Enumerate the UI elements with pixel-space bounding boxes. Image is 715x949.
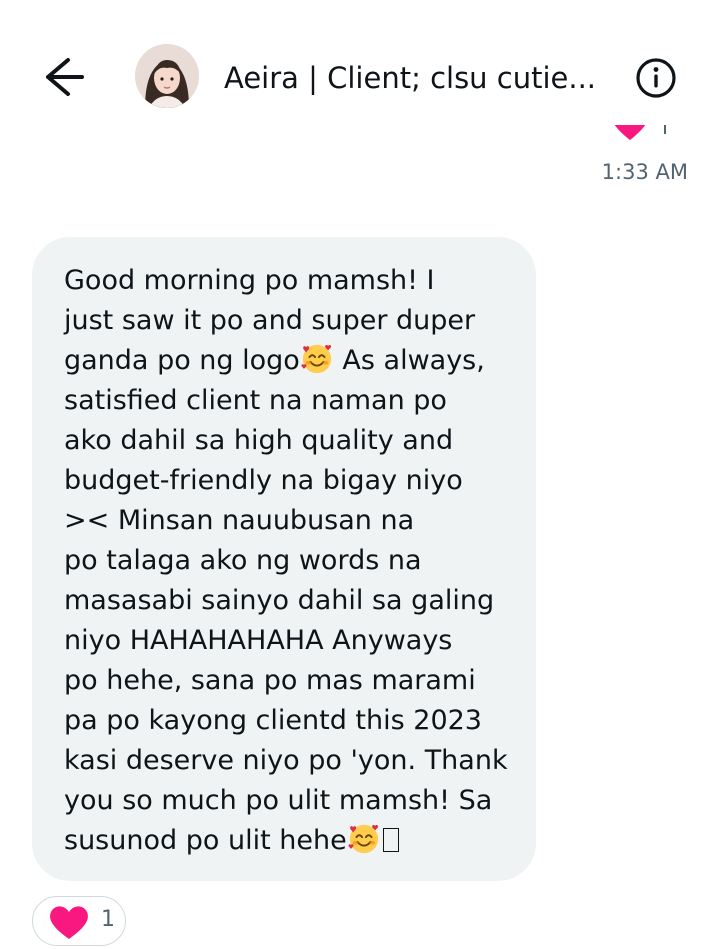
message-line: masasabi sainyo dahil sa galing [64, 585, 495, 616]
reaction-button[interactable]: 1 [32, 896, 126, 946]
user-avatar-icon [135, 44, 199, 108]
message-line: Good morning po mamsh! I [64, 265, 435, 296]
message-bubble[interactable]: Good morning po mamsh! I just saw it po … [32, 237, 536, 881]
heart-icon [50, 906, 88, 939]
conversation-title[interactable]: Aeira | Client; clsu cutie... [224, 58, 614, 98]
message-line: po talaga ako ng words na [64, 545, 422, 576]
message-line: you so much po ulit mamsh! Sa [64, 785, 493, 816]
message-line: ganda po ng logo As always, [64, 341, 514, 381]
message-line: po hehe, sana po mas marami [64, 665, 476, 696]
smiling-face-with-hearts-icon [348, 824, 378, 854]
info-button[interactable] [634, 56, 678, 100]
message-line: >< Minsan nauubusan na [64, 505, 415, 536]
message-line: ako dahil sa high quality and [64, 425, 454, 456]
reaction-count: 1 [101, 907, 115, 932]
smiling-face-with-hearts-icon [301, 344, 331, 374]
message-line: niyo HAHAHAHAHA Anyways [64, 625, 453, 656]
message-line: kasi deserve niyo po 'yon. Thank [64, 745, 508, 776]
message-line: budget-friendly na bigay niyo [64, 465, 463, 496]
message-line: pa po kayong clientd this 2023 [64, 705, 482, 736]
unsupported-glyph-icon [382, 828, 399, 852]
message-text: susunod po ulit hehe [64, 825, 347, 856]
arrow-left-icon [46, 58, 84, 96]
message-timestamp: 1:33 AM [601, 160, 688, 184]
message-text: As always, [333, 345, 485, 376]
message-line: susunod po ulit hehe [64, 821, 514, 861]
message-line: just saw it po and super duper [64, 305, 476, 336]
back-button[interactable] [40, 54, 88, 102]
message-line: satisfied client na naman po [64, 385, 447, 416]
message-text: ganda po ng logo [64, 345, 300, 376]
conversation-header: Aeira | Client; clsu cutie... [0, 0, 715, 125]
info-icon [636, 58, 676, 98]
avatar[interactable] [135, 44, 199, 108]
